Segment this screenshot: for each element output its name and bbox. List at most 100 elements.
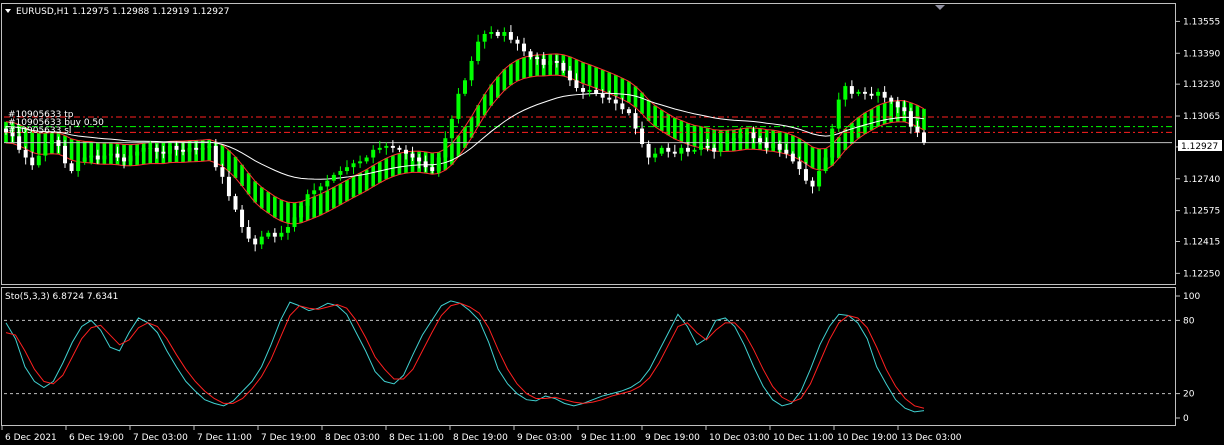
candle-body <box>377 147 382 150</box>
price-tick-label: 1.12415 <box>1183 237 1220 247</box>
stoch-tick-label: 80 <box>1183 316 1195 326</box>
candle-body <box>535 57 540 60</box>
candle-body <box>817 171 822 187</box>
candle-body <box>463 80 467 94</box>
candle-body <box>508 32 513 40</box>
candle-body <box>548 60 553 65</box>
candle-body <box>272 232 277 237</box>
candle-body <box>922 132 926 143</box>
price-tick-label: 1.13230 <box>1183 80 1220 90</box>
stoch-main-line <box>5 300 925 413</box>
stoch-tick-label: 20 <box>1183 390 1195 400</box>
price-tick-label: 1.13065 <box>1183 112 1220 122</box>
candle-body <box>541 59 546 65</box>
candle-body <box>456 93 461 119</box>
candle-body <box>325 180 330 187</box>
candle-body <box>889 97 894 102</box>
time-tick-label: 7 Dec 03:00 <box>133 433 188 443</box>
candle-body <box>443 138 448 158</box>
candle-body <box>23 149 28 158</box>
candle-body <box>161 151 166 154</box>
candle-body <box>600 93 605 98</box>
candle-body <box>751 132 756 139</box>
candle-body <box>784 149 789 154</box>
candle-body <box>17 136 22 150</box>
candle-body <box>89 155 94 158</box>
price-tick-label: 1.13390 <box>1183 49 1220 59</box>
candle-body <box>758 138 763 143</box>
candle-body <box>908 111 913 127</box>
candle-body <box>397 147 402 150</box>
candle-body <box>515 39 520 44</box>
candle-body <box>705 145 710 148</box>
candle-body <box>495 32 500 36</box>
candle-body <box>122 157 127 162</box>
candle-body <box>849 86 854 94</box>
candle-body <box>685 147 690 152</box>
candle-body <box>489 32 494 34</box>
candle-body <box>36 155 41 166</box>
time-tick-label: 6 Dec 2021 <box>5 433 57 443</box>
candle-body <box>141 147 146 152</box>
candle-body <box>351 163 356 168</box>
candle-body <box>790 153 795 162</box>
candle-body <box>240 209 245 228</box>
candle-body <box>895 101 900 108</box>
candle-body <box>43 144 48 156</box>
candle-body <box>738 134 743 139</box>
candle-body <box>154 147 159 152</box>
candle-body <box>699 145 704 150</box>
candle-body <box>200 147 205 150</box>
time-tick-label: 6 Dec 19:00 <box>69 433 124 443</box>
time-tick-label: 10 Dec 19:00 <box>837 433 898 443</box>
candle-body <box>587 89 592 92</box>
candle-body <box>712 147 717 152</box>
candle-body <box>823 157 828 172</box>
candle-body <box>364 157 369 162</box>
candle-body <box>574 80 579 89</box>
candle-body <box>718 144 723 152</box>
candle-body <box>174 145 179 150</box>
candle-body <box>633 113 638 129</box>
candle-body <box>476 41 481 61</box>
collapse-arrow-icon[interactable] <box>5 9 11 13</box>
time-tick-label: 9 Dec 11:00 <box>581 433 636 443</box>
candle-body <box>128 155 133 162</box>
candle-body <box>279 232 284 237</box>
chart-shift-marker-icon[interactable] <box>935 5 945 10</box>
time-tick-label: 8 Dec 03:00 <box>325 433 380 443</box>
trade-levels-layer <box>4 116 1172 144</box>
candle-body <box>246 227 251 239</box>
candle-body <box>423 161 428 168</box>
candle-body <box>915 126 920 133</box>
candle-body <box>856 91 861 94</box>
time-tick-label: 8 Dec 19:00 <box>453 433 508 443</box>
time-tick-label: 7 Dec 11:00 <box>197 433 252 443</box>
candle-body <box>902 107 907 112</box>
candle-body <box>613 99 618 104</box>
candle-body <box>167 145 172 154</box>
candle-body <box>692 149 697 152</box>
candle-body <box>207 145 212 148</box>
candle-body <box>620 103 625 110</box>
candle-body <box>554 60 559 63</box>
candle-body <box>181 149 186 152</box>
sub-window-label: Sto(5,3,3) 6.8724 7.6341 <box>5 292 118 302</box>
candle-body <box>797 161 802 170</box>
candle-body <box>417 157 422 162</box>
candle-body <box>764 142 769 148</box>
candle-body <box>725 140 730 144</box>
stoch-signal-line <box>5 302 925 409</box>
candle-body <box>882 91 887 98</box>
candle-body <box>233 196 238 210</box>
candle-body <box>607 97 612 100</box>
candle-body <box>666 147 671 152</box>
candle-body <box>653 153 658 158</box>
candle-body <box>187 147 192 152</box>
candle-body <box>679 147 684 154</box>
candle-body <box>220 167 225 177</box>
candle-body <box>390 145 395 148</box>
candle-body <box>581 88 586 92</box>
candle-body <box>49 140 54 144</box>
candle-body <box>135 151 140 156</box>
